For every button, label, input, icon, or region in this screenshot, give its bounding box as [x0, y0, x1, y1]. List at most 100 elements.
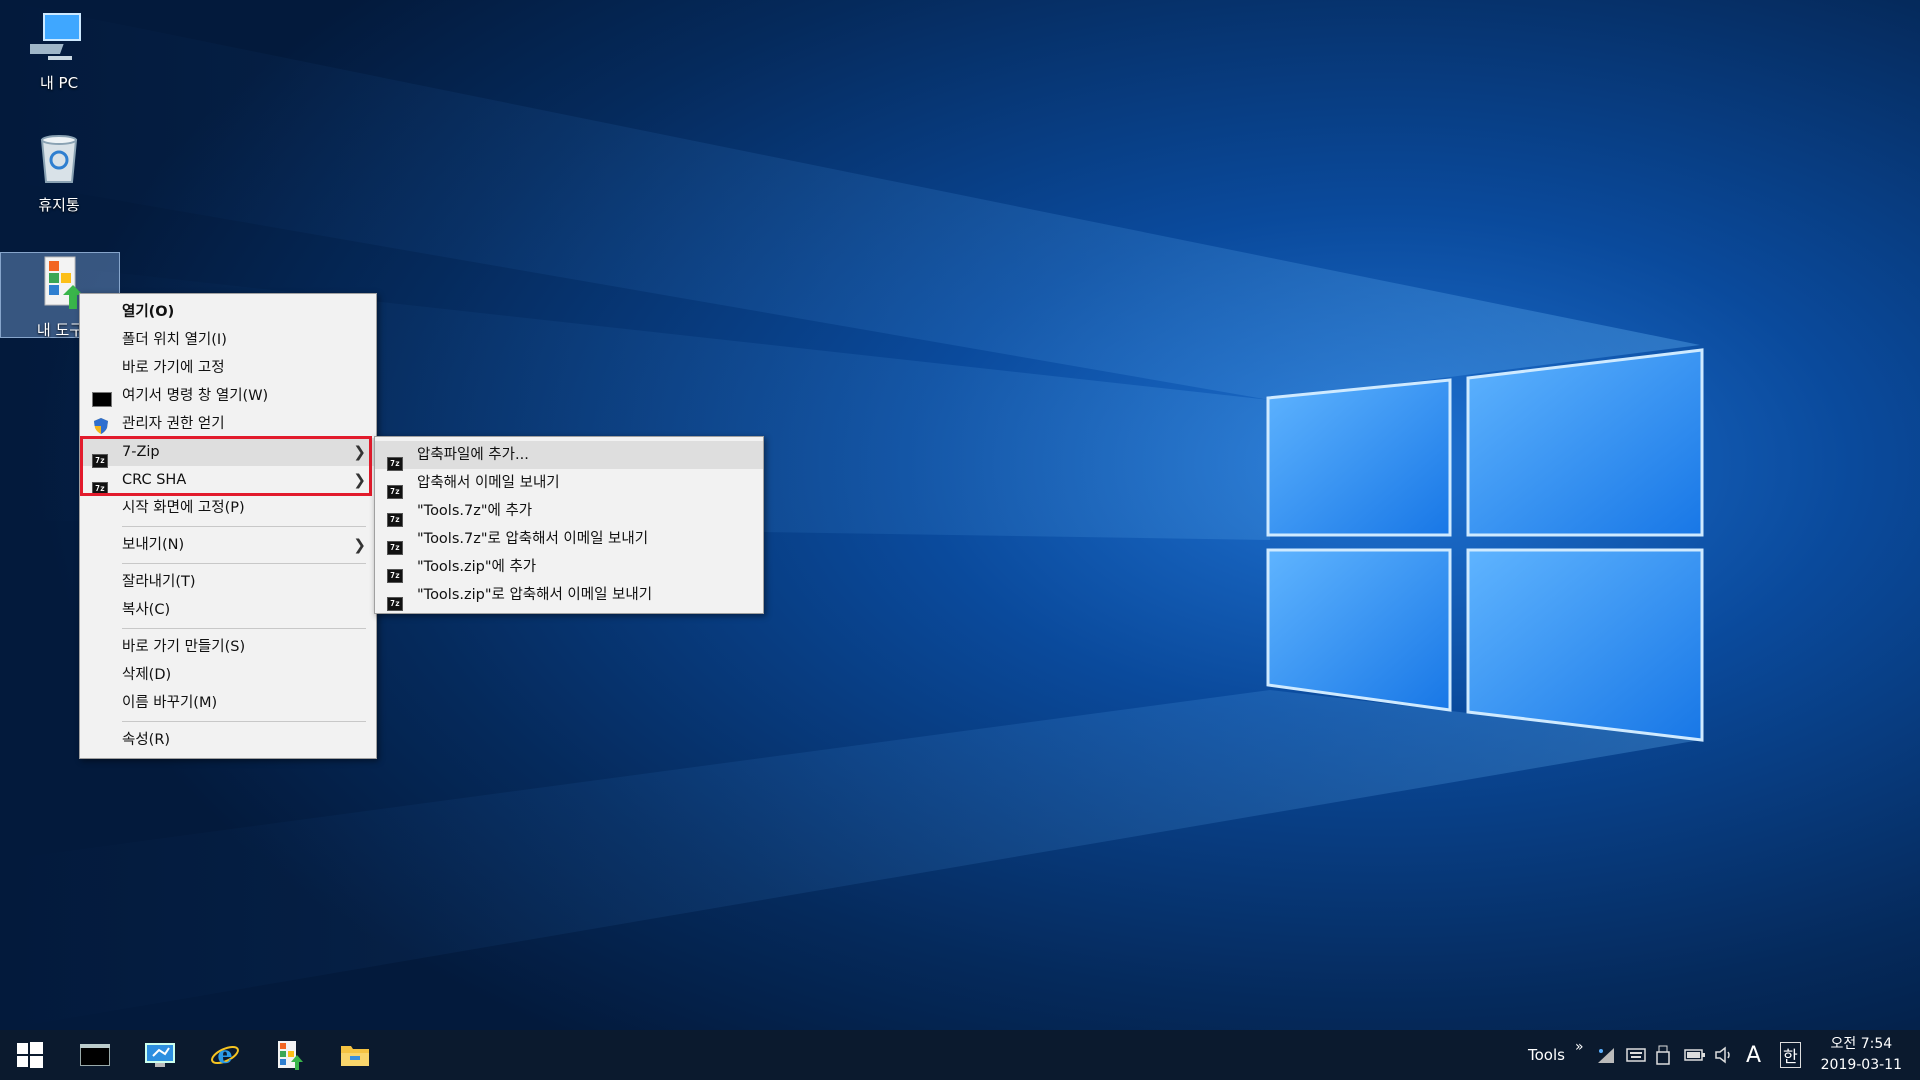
- menu-item-send-to[interactable]: 보내기(N) ❯: [80, 531, 376, 559]
- menu-item-label: "Tools.7z"에 추가: [417, 503, 533, 519]
- ime-language-indicator[interactable]: 한: [1780, 1030, 1801, 1080]
- chevron-right-icon: ❯: [353, 471, 366, 489]
- menu-item-label: "Tools.zip"로 압축해서 이메일 보내기: [417, 587, 653, 603]
- file-explorer-icon: [341, 1046, 369, 1066]
- menu-item-label: 바로 가기 만들기(S): [122, 639, 246, 655]
- menu-item-label: 잘라내기(T): [122, 574, 196, 590]
- menu-item-open-command-window[interactable]: 여기서 명령 창 열기(W): [80, 382, 376, 410]
- menu-item-label: 7-Zip: [122, 444, 160, 460]
- taskbar: e Tools » A 한 오전 7:54 2019-03-11: [0, 1030, 1920, 1080]
- submenu-item-compress-and-email[interactable]: 7z 압축해서 이메일 보내기: [375, 469, 763, 499]
- 7zip-icon: 7z: [92, 473, 108, 496]
- chevron-right-icon: ❯: [353, 443, 366, 461]
- desktop-icon-label: 휴지통: [38, 196, 80, 214]
- tools-icon: [278, 1041, 303, 1070]
- submenu-item-add-to-archive[interactable]: 7z 압축파일에 추가...: [375, 441, 763, 471]
- menu-item-pin-quick-access[interactable]: 바로 가기에 고정: [80, 354, 376, 382]
- computer-icon: [21, 13, 81, 60]
- menu-item-crc-sha[interactable]: 7z CRC SHA ❯: [80, 466, 376, 496]
- clock-time: 오전 7:54: [1830, 1036, 1893, 1052]
- menu-item-open[interactable]: 열기(O): [80, 298, 376, 326]
- toolbar-label: Tools: [1528, 1046, 1565, 1064]
- menu-item-take-ownership[interactable]: 관리자 권한 얻기: [80, 410, 376, 438]
- menu-separator: [122, 721, 366, 722]
- 7zip-icon: 7z: [387, 448, 403, 471]
- menu-item-open-folder-location[interactable]: 폴더 위치 열기(I): [80, 326, 376, 354]
- taskbar-tools[interactable]: [260, 1030, 320, 1080]
- desktop-icon-label: 내 PC: [39, 74, 79, 92]
- menu-item-copy[interactable]: 복사(C): [80, 596, 376, 624]
- toolbar-overflow-button[interactable]: »: [1575, 1022, 1584, 1072]
- taskbar-file-explorer[interactable]: [325, 1030, 385, 1080]
- clock-date: 2019-03-11: [1820, 1057, 1902, 1073]
- menu-separator: [122, 526, 366, 527]
- menu-item-create-shortcut[interactable]: 바로 가기 만들기(S): [80, 633, 376, 661]
- network-icon: [1598, 1048, 1614, 1063]
- menu-item-label: CRC SHA: [122, 472, 187, 488]
- volume-tray[interactable]: [1714, 1030, 1736, 1080]
- battery-icon: [1684, 1049, 1705, 1061]
- menu-item-label: 복사(C): [122, 602, 171, 618]
- menu-item-label: 이름 바꾸기(M): [122, 695, 218, 711]
- command-prompt-icon: [80, 1044, 110, 1066]
- usb-tray[interactable]: [1656, 1030, 1670, 1080]
- menu-item-7zip[interactable]: 7z 7-Zip ❯: [80, 438, 376, 468]
- 7zip-icon: 7z: [92, 445, 108, 468]
- internet-explorer-icon: e: [211, 1040, 239, 1069]
- taskbar-toolbar-tools[interactable]: Tools: [1528, 1030, 1565, 1080]
- desktop-icon-recycle-bin[interactable]: 휴지통: [0, 130, 118, 215]
- menu-item-cut[interactable]: 잘라내기(T): [80, 568, 376, 596]
- 7zip-icon: 7z: [387, 532, 403, 555]
- network-tray[interactable]: [1596, 1030, 1616, 1080]
- submenu-item-zip-and-email[interactable]: 7z "Tools.zip"로 압축해서 이메일 보내기: [375, 581, 763, 611]
- menu-item-label: 여기서 명령 창 열기(W): [122, 388, 269, 404]
- menu-item-label: 삭제(D): [122, 667, 172, 683]
- menu-item-label: 압축해서 이메일 보내기: [417, 475, 560, 491]
- overflow-chevron: »: [1575, 1039, 1584, 1055]
- battery-tray[interactable]: [1684, 1030, 1706, 1080]
- taskbar-command-prompt[interactable]: [65, 1030, 125, 1080]
- submenu-item-add-to-zip[interactable]: 7z "Tools.zip"에 추가: [375, 553, 763, 583]
- menu-separator: [122, 563, 366, 564]
- speaker-icon: [1715, 1046, 1730, 1064]
- desktop-icon-my-pc[interactable]: 내 PC: [0, 10, 118, 93]
- menu-item-label: 폴더 위치 열기(I): [122, 332, 227, 348]
- 7zip-icon: 7z: [387, 560, 403, 583]
- taskbar-clock[interactable]: 오전 7:54 2019-03-11: [1821, 1034, 1902, 1076]
- ime-mode-indicator[interactable]: A: [1746, 1030, 1761, 1080]
- keyboard-tray[interactable]: [1626, 1030, 1646, 1080]
- taskbar-remote-desktop[interactable]: [130, 1030, 190, 1080]
- menu-item-label: "Tools.zip"에 추가: [417, 559, 537, 575]
- menu-item-pin-to-start[interactable]: 시작 화면에 고정(P): [80, 494, 376, 522]
- shield-icon: [92, 417, 108, 434]
- command-prompt-icon: [92, 389, 112, 407]
- 7zip-icon: 7z: [387, 588, 403, 611]
- menu-item-label: 바로 가기에 고정: [122, 360, 225, 376]
- menu-item-rename[interactable]: 이름 바꾸기(M): [80, 689, 376, 717]
- ime-language-label: 한: [1780, 1042, 1801, 1068]
- menu-item-label: 보내기(N): [122, 537, 185, 553]
- submenu-item-7z-and-email[interactable]: 7z "Tools.7z"로 압축해서 이메일 보내기: [375, 525, 763, 555]
- taskbar-internet-explorer[interactable]: e: [195, 1030, 255, 1080]
- ime-mode-label: A: [1746, 1042, 1762, 1068]
- recycle-bin-icon: [40, 135, 78, 183]
- chevron-right-icon: ❯: [353, 536, 366, 554]
- menu-item-label: 속성(R): [122, 732, 171, 748]
- submenu-7zip: 7z 압축파일에 추가... 7z 압축해서 이메일 보내기 7z "Tools…: [374, 436, 764, 614]
- start-button[interactable]: [0, 1030, 60, 1080]
- menu-item-label: 관리자 권한 얻기: [122, 416, 225, 432]
- keyboard-icon: [1626, 1048, 1646, 1062]
- menu-item-label: "Tools.7z"로 압축해서 이메일 보내기: [417, 531, 649, 547]
- menu-item-label: 압축파일에 추가...: [417, 447, 529, 463]
- svg-text:e: e: [217, 1040, 232, 1069]
- menu-item-delete[interactable]: 삭제(D): [80, 661, 376, 689]
- menu-separator: [122, 628, 366, 629]
- menu-item-label: 열기(O): [122, 304, 175, 320]
- menu-item-properties[interactable]: 속성(R): [80, 726, 376, 754]
- remote-desktop-icon: [145, 1043, 175, 1067]
- context-menu: 열기(O) 폴더 위치 열기(I) 바로 가기에 고정 여기서 명령 창 열기(…: [79, 293, 377, 759]
- start-icon: [17, 1042, 43, 1068]
- 7zip-icon: 7z: [387, 504, 403, 527]
- submenu-item-add-to-7z[interactable]: 7z "Tools.7z"에 추가: [375, 497, 763, 527]
- menu-item-label: 시작 화면에 고정(P): [122, 500, 245, 516]
